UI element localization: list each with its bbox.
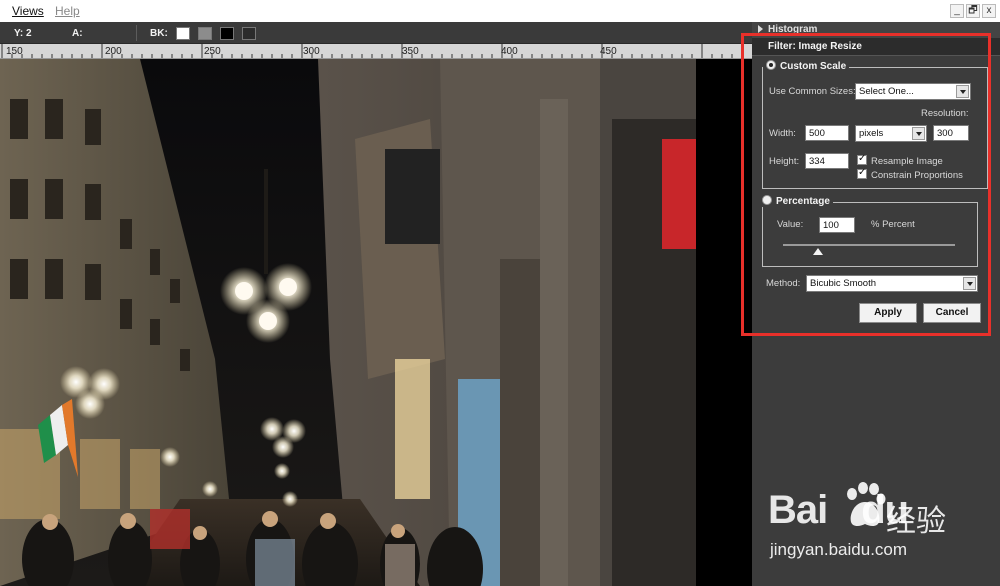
ruler-label: 450 xyxy=(600,46,617,57)
watermark-url: jingyan.baidu.com xyxy=(770,540,908,559)
photo-street-night xyxy=(0,59,696,586)
width-label: Width: xyxy=(769,128,796,139)
ruler-label: 400 xyxy=(501,46,518,57)
constrain-checkbox[interactable] xyxy=(857,167,867,179)
ruler-label: 250 xyxy=(204,46,221,57)
percentage-value-label: Value: xyxy=(777,219,804,230)
percentage-group: Percentage Value: 100 % Percent xyxy=(759,195,978,267)
menu-views[interactable]: Views xyxy=(12,4,44,18)
ruler-label: 300 xyxy=(303,46,320,57)
watermark-cn: 经验 xyxy=(886,504,946,539)
custom-scale-group: Custom Scale Use Common Sizes: Select On… xyxy=(762,60,988,189)
percent-unit-label: % Percent xyxy=(871,219,915,230)
baidu-watermark: Bai du 经验 jingyan.baidu.com xyxy=(768,482,988,572)
paw-logo-icon xyxy=(847,482,886,526)
chevron-down-icon xyxy=(912,127,925,140)
constrain-label: Constrain Proportions xyxy=(871,170,963,181)
filter-title: Filter: Image Resize xyxy=(768,41,862,52)
percentage-slider-track[interactable] xyxy=(783,244,955,246)
expand-arrow-icon xyxy=(758,25,763,33)
minimize-button[interactable]: _ xyxy=(950,4,964,18)
height-label: Height: xyxy=(769,156,800,167)
image-canvas[interactable] xyxy=(0,59,752,586)
custom-scale-option[interactable]: Custom Scale xyxy=(763,60,850,72)
alpha-label: A: xyxy=(72,28,83,39)
toolbar-divider xyxy=(136,25,137,41)
resample-checkbox[interactable] xyxy=(857,153,867,165)
ruler-label: 350 xyxy=(402,46,419,57)
percentage-slider-thumb[interactable] xyxy=(813,248,823,255)
filter-header: Filter: Image Resize xyxy=(752,38,1000,56)
chevron-down-icon xyxy=(963,277,976,290)
y-coordinate-label: Y: 2 xyxy=(14,28,32,39)
height-input[interactable]: 334 xyxy=(805,153,849,169)
horizontal-ruler: 150 200 250 300 350 400 450 xyxy=(0,44,752,59)
info-toolbar: Y: 2 A: BK: xyxy=(0,22,752,44)
background-label: BK: xyxy=(150,28,168,39)
percentage-option[interactable]: Percentage xyxy=(759,195,833,207)
histogram-header[interactable]: Histogram xyxy=(752,22,1000,38)
menu-bar: Views Help _ 🗗 x xyxy=(0,0,1000,22)
cancel-button[interactable]: Cancel xyxy=(923,303,981,323)
percentage-radio[interactable] xyxy=(762,195,772,205)
ruler-label: 200 xyxy=(105,46,122,57)
resample-label: Resample Image xyxy=(871,156,943,167)
bk-swatch-dark[interactable] xyxy=(242,27,256,40)
common-sizes-select[interactable]: Select One... xyxy=(855,83,971,100)
bk-swatch-black[interactable] xyxy=(220,27,234,40)
ruler-label: 150 xyxy=(6,46,23,57)
resolution-label: Resolution: xyxy=(921,108,969,119)
bk-swatch-white[interactable] xyxy=(176,27,190,40)
restore-button[interactable]: 🗗 xyxy=(966,4,980,18)
custom-scale-radio[interactable] xyxy=(766,60,776,70)
common-sizes-label: Use Common Sizes: xyxy=(769,86,856,97)
apply-button[interactable]: Apply xyxy=(859,303,917,323)
bk-swatch-gray[interactable] xyxy=(198,27,212,40)
percentage-input[interactable]: 100 xyxy=(819,217,855,233)
close-button[interactable]: x xyxy=(982,4,996,18)
width-input[interactable]: 500 xyxy=(805,125,849,141)
resolution-input[interactable]: 300 xyxy=(933,125,969,141)
chevron-down-icon xyxy=(956,85,969,98)
method-label: Method: xyxy=(766,278,801,289)
menu-help[interactable]: Help xyxy=(55,4,80,18)
unit-select[interactable]: pixels xyxy=(855,125,927,142)
method-select[interactable]: Bicubic Smooth xyxy=(806,275,978,292)
